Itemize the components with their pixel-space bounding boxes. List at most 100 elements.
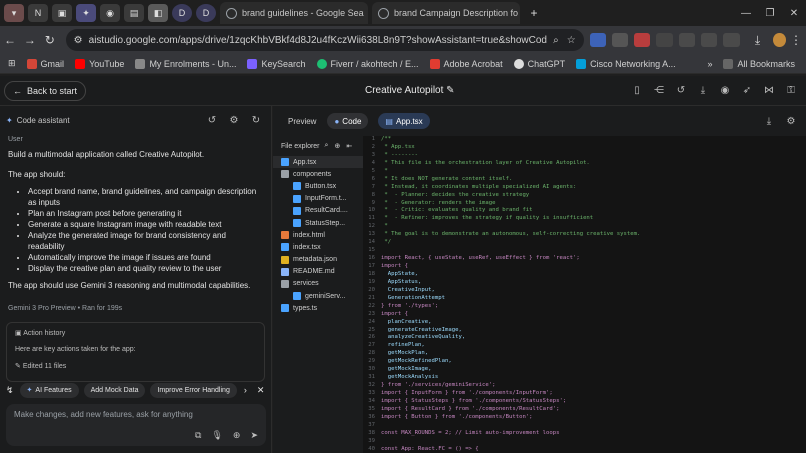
github-icon[interactable]: ◉: [714, 85, 736, 96]
extensions-puzzle-icon[interactable]: [678, 33, 695, 47]
sidepanel-icon[interactable]: [701, 33, 718, 47]
site-info-icon[interactable]: ⚙: [74, 35, 83, 46]
key-icon[interactable]: ⚿: [780, 85, 802, 96]
download-icon[interactable]: ⤓: [758, 116, 780, 127]
edited-files[interactable]: ✎ Edited 11 files: [15, 362, 256, 370]
file-item[interactable]: App.tsx: [273, 156, 363, 169]
pinned-tab-d1[interactable]: D: [172, 4, 192, 22]
folder-item[interactable]: services: [273, 278, 363, 290]
pinned-tab-github-icon[interactable]: ◉: [100, 4, 120, 22]
close-tab-icon[interactable]: ✕: [364, 8, 368, 19]
file-item[interactable]: README.md: [273, 266, 363, 278]
address-bar[interactable]: ⚙ aistudio.google.com/apps/drive/1zqcKhb…: [65, 29, 584, 51]
forward-icon[interactable]: →: [20, 33, 40, 47]
refresh-icon[interactable]: ↻: [245, 115, 267, 126]
bookmark-enrolments[interactable]: My Enrolments - Un...: [135, 58, 236, 69]
minimize-icon[interactable]: —: [734, 8, 758, 19]
prompt-input[interactable]: Make changes, add new features, ask for …: [14, 410, 258, 419]
search-icon[interactable]: ⌕: [325, 142, 329, 150]
more-bookmarks-icon[interactable]: »: [707, 59, 712, 69]
history-icon[interactable]: ↺: [201, 115, 223, 126]
extension-icon-2[interactable]: [611, 33, 629, 47]
close-window-icon[interactable]: ✕: [782, 8, 806, 19]
action-history-card[interactable]: ▣ Action history Here are key actions ta…: [6, 322, 265, 382]
chip-improve-error-handling[interactable]: Improve Error Handling: [150, 382, 237, 398]
file-item[interactable]: Button.tsx: [273, 180, 363, 192]
restore-icon[interactable]: ❐: [758, 8, 782, 19]
pinned-tab-gemini-icon[interactable]: ✦: [76, 4, 96, 22]
close-tab-icon[interactable]: ✕: [518, 8, 520, 19]
settings-icon[interactable]: ⚙: [780, 116, 802, 127]
pinned-tab-d2[interactable]: D: [196, 4, 216, 22]
extension-icon-4[interactable]: [656, 33, 673, 47]
tab-icon[interactable]: [723, 33, 740, 47]
extension-icon-1[interactable]: [589, 33, 606, 47]
download-icon[interactable]: ⤓: [692, 85, 714, 96]
edit-pencil-icon[interactable]: ✎: [446, 85, 454, 96]
pinned-tab-notion[interactable]: N: [28, 4, 48, 22]
code-editor[interactable]: 1/** 2 * App.tsx 3 * -------- 4 * This file…: [363, 136, 806, 453]
bookmark-keysearch[interactable]: KeySearch: [247, 58, 306, 69]
collapse-icon[interactable]: ⇤: [346, 142, 352, 150]
share-icon[interactable]: ⋈: [758, 85, 780, 96]
mic-icon[interactable]: 🎙: [211, 430, 222, 441]
line-number: 3: [371, 151, 375, 158]
close-icon[interactable]: ✕: [257, 385, 265, 396]
file-item[interactable]: geminiServ...: [273, 290, 363, 302]
settings-icon[interactable]: ⚙: [223, 115, 245, 126]
prompt-composer[interactable]: Make changes, add new features, ask for …: [6, 404, 266, 446]
chip-ai-features[interactable]: ✦ AI Features: [19, 382, 79, 398]
bookmark-star-icon[interactable]: ☆: [567, 35, 576, 46]
add-file-icon[interactable]: ⊕: [334, 142, 340, 150]
add-icon[interactable]: ⊕: [233, 430, 241, 441]
file-item[interactable]: InputForm.t...: [273, 193, 363, 205]
history-icon[interactable]: ↺: [670, 85, 692, 96]
share-network-icon[interactable]: ⋲: [648, 85, 670, 96]
chip-add-mock-data[interactable]: Add Mock Data: [83, 382, 146, 398]
bookmark-chatgpt[interactable]: ChatGPT: [513, 58, 565, 69]
file-item[interactable]: ResultCard....: [273, 205, 363, 217]
bookmark-fiverr[interactable]: Fiverr / akohtech / E...: [316, 58, 419, 69]
line-number: 38: [368, 429, 375, 436]
extension-icon-3[interactable]: [634, 33, 651, 47]
file-item[interactable]: index.tsx: [273, 241, 363, 253]
menu-icon[interactable]: ⋮: [786, 33, 806, 47]
search-icon[interactable]: ⌕: [553, 35, 559, 46]
bookmark-cisco[interactable]: Cisco Networking A...: [576, 58, 676, 69]
profile-avatar[interactable]: [773, 33, 787, 47]
send-icon[interactable]: ➤: [250, 430, 258, 441]
device-icon[interactable]: ▯: [626, 85, 648, 96]
suggestions-icon[interactable]: ↯: [6, 385, 14, 396]
address-url[interactable]: aistudio.google.com/apps/drive/1zqcKhbVB…: [89, 35, 547, 46]
deploy-rocket-icon[interactable]: ➶: [736, 85, 758, 96]
file-item[interactable]: index.html: [273, 229, 363, 241]
file-item[interactable]: StatusStep...: [273, 217, 363, 229]
file-item[interactable]: types.ts: [273, 302, 363, 314]
tab-code[interactable]: ● Code: [327, 113, 369, 129]
bookmark-adobe[interactable]: Adobe Acrobat: [429, 58, 503, 69]
chevron-right-icon[interactable]: ›: [244, 385, 247, 395]
bookmark-youtube[interactable]: YouTube: [75, 58, 124, 69]
new-tab-icon[interactable]: +: [524, 4, 544, 22]
bookmark-gmail[interactable]: Gmail: [26, 58, 64, 69]
file-item[interactable]: metadata.json: [273, 254, 363, 266]
code-text: * It does NOT generate content itself.: [381, 175, 513, 182]
pinned-tab-icon[interactable]: ▣: [52, 4, 72, 22]
tab-search-icon[interactable]: ▾: [4, 4, 24, 22]
browser-tab-google-search[interactable]: brand guidelines - Google Sea ✕: [220, 2, 368, 24]
attach-icon[interactable]: ⧉: [195, 430, 201, 441]
pinned-tab-active-icon[interactable]: ◧: [148, 4, 168, 22]
pinned-tab-icon-2[interactable]: ▤: [124, 4, 144, 22]
back-to-start-button[interactable]: ← Back to start: [4, 80, 87, 101]
open-file-tab[interactable]: ▤ App.tsx: [378, 113, 430, 129]
all-bookmarks[interactable]: All Bookmarks: [723, 58, 795, 69]
reload-icon[interactable]: ↻: [40, 33, 60, 47]
tab-preview[interactable]: Preview: [281, 113, 323, 129]
back-icon[interactable]: ←: [0, 33, 20, 47]
code-text: import React, { useState, useRef, useEff…: [381, 255, 580, 262]
line-number: 31: [368, 374, 375, 381]
download-icon[interactable]: ⤓: [748, 33, 768, 48]
apps-icon[interactable]: ⊞: [8, 58, 16, 69]
browser-tab-campaign[interactable]: brand Campaign Description fo ✕: [372, 2, 520, 24]
folder-item[interactable]: components: [273, 168, 363, 180]
